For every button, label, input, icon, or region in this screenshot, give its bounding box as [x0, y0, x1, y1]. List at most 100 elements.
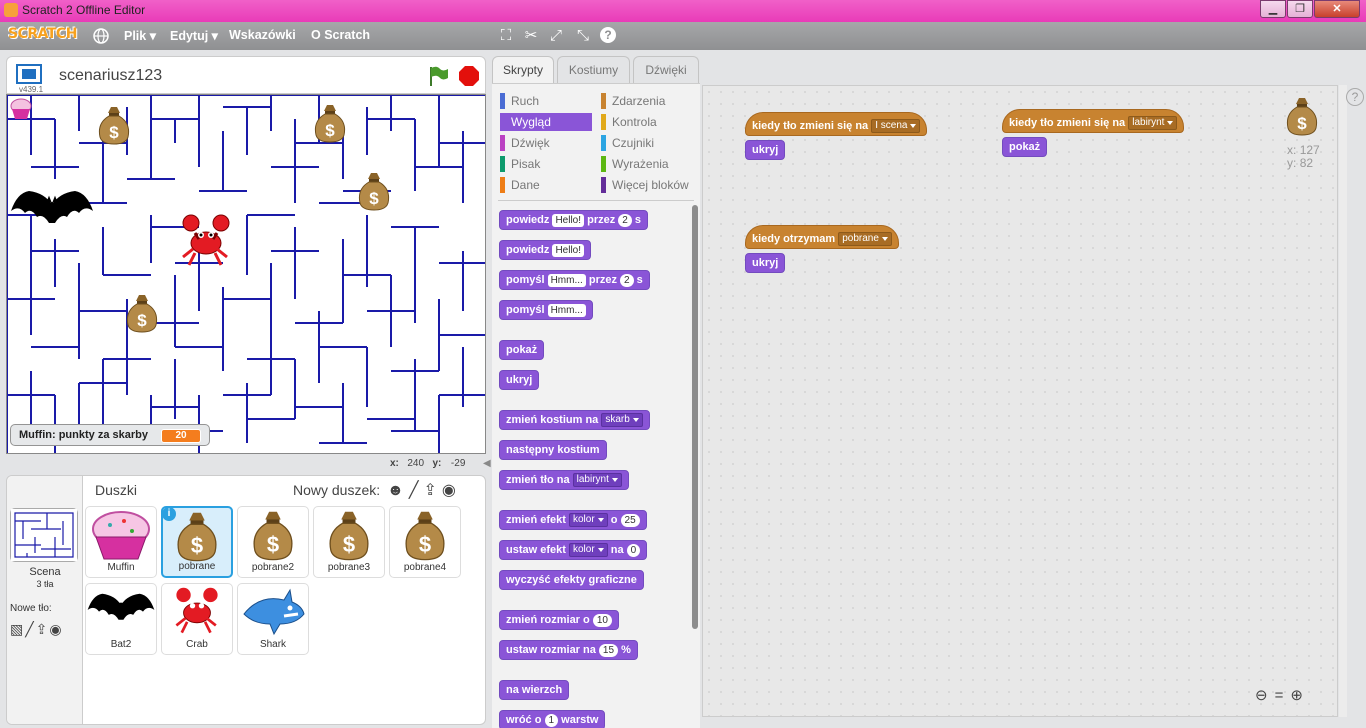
fullscreen-icon[interactable]	[16, 64, 42, 84]
category-czujniki[interactable]: Czujniki	[601, 134, 693, 152]
crab-icon[interactable]	[177, 213, 235, 271]
block-switch-costume[interactable]: zmień kostium na skarb	[499, 410, 650, 430]
zoom-out-icon[interactable]: ⊖	[1255, 687, 1275, 704]
block-hide[interactable]: ukryj	[745, 253, 786, 273]
duplicate-icon[interactable]: ⛶	[496, 26, 516, 46]
zoom-reset-icon[interactable]: =	[1275, 687, 1291, 704]
camera-sprite-icon[interactable]: ◉	[442, 482, 461, 499]
scene-thumbnail[interactable]	[10, 508, 78, 562]
block-clear-effects[interactable]: wyczyść efekty graficzne	[499, 570, 644, 590]
menu-about[interactable]: O Scratch	[311, 28, 370, 42]
draw-backdrop-icon[interactable]: ╱	[25, 621, 35, 637]
sprite-thumb-pobrane[interactable]: $ pobrane i	[161, 506, 233, 578]
money-bag-icon[interactable]: $	[313, 103, 347, 143]
block-hide[interactable]: ukryj	[499, 370, 540, 390]
tab-scripts[interactable]: Skrypty	[492, 56, 554, 84]
block-set-size[interactable]: ustaw rozmiar na 15 %	[499, 640, 638, 660]
green-flag-icon[interactable]	[427, 65, 449, 87]
maximize-button[interactable]: ❐	[1287, 0, 1313, 18]
muffin-icon[interactable]	[9, 97, 33, 121]
block-show[interactable]: pokaż	[499, 340, 545, 360]
shrink-icon[interactable]: ⤡	[573, 26, 593, 46]
sprite-library-icon[interactable]: ☻	[387, 482, 409, 499]
block-change-effect[interactable]: zmień efekt kolor o 25	[499, 510, 647, 530]
category-wygląd[interactable]: Wygląd	[500, 113, 592, 131]
scratch-logo[interactable]: SCRATCH	[8, 26, 77, 42]
tab-sounds[interactable]: Dźwięki	[633, 56, 699, 84]
block-go-back[interactable]: wróć o 1 warstw	[499, 710, 606, 728]
zoom-in-icon[interactable]: ⊕	[1290, 687, 1310, 704]
money-bag-icon[interactable]: $	[97, 105, 131, 145]
money-bag-icon[interactable]: $	[125, 293, 159, 333]
sprite-thumb-pobrane3[interactable]: $ pobrane3	[313, 506, 385, 578]
sprite-thumb-bat2[interactable]: Bat2	[85, 583, 157, 655]
sprite-thumb-pobrane4[interactable]: $ pobrane4	[389, 506, 461, 578]
block-hide[interactable]: ukryj	[745, 140, 786, 160]
sprite-thumb-crab[interactable]: Crab	[161, 583, 233, 655]
block-next-costume[interactable]: następny kostium	[499, 440, 607, 460]
category-ruch[interactable]: Ruch	[500, 92, 592, 110]
sprite-thumb-shark[interactable]: Shark	[237, 583, 309, 655]
block-go-front[interactable]: na wierzch	[499, 680, 570, 700]
globe-icon[interactable]	[92, 27, 110, 45]
category-color-swatch	[500, 177, 505, 193]
palette-scrollbar[interactable]	[692, 205, 698, 629]
sprite-thumb-muffin[interactable]: Muffin	[85, 506, 157, 578]
category-color-swatch	[500, 135, 505, 151]
menu-tips[interactable]: Wskazówki	[229, 28, 296, 42]
help-tab-icon[interactable]: ?	[1346, 88, 1364, 106]
category-dane[interactable]: Dane	[500, 176, 592, 194]
money-bag-icon[interactable]: $	[357, 171, 391, 211]
hat-when-backdrop-switches[interactable]: kiedy tło zmieni się na labirynt	[1002, 109, 1185, 133]
block-show[interactable]: pokaż	[1002, 137, 1048, 157]
collapse-stage-icon[interactable]: ◀	[483, 458, 491, 472]
close-button[interactable]: ✕	[1314, 0, 1360, 18]
category-zdarzenia[interactable]: Zdarzenia	[601, 92, 693, 110]
category-label: Kontrola	[612, 115, 657, 129]
monitor-label: Muffin: punkty za skarby	[19, 429, 148, 441]
block-think-for[interactable]: pomyśl Hmm... przez 2 s	[499, 270, 650, 290]
scratch-app-icon	[4, 3, 18, 17]
bat-icon[interactable]	[9, 183, 95, 239]
grow-icon[interactable]: ⤢	[546, 26, 566, 46]
paint-backdrop-icon[interactable]: ▧	[10, 621, 25, 637]
sprite-thumb-pobrane2[interactable]: $ pobrane2	[237, 506, 309, 578]
money-bag-icon: $	[1285, 96, 1319, 136]
stage[interactable]: $ $ $ $	[6, 94, 486, 454]
block-change-size[interactable]: zmień rozmiar o 10	[499, 610, 619, 630]
stop-icon[interactable]	[458, 65, 480, 87]
mouse-x: 240	[407, 458, 425, 469]
variable-monitor[interactable]: Muffin: punkty za skarby 20	[10, 424, 210, 446]
camera-backdrop-icon[interactable]: ◉	[49, 621, 63, 637]
scripts-scrollbar[interactable]	[1339, 85, 1347, 717]
block-set-effect[interactable]: ustaw efekt kolor na 0	[499, 540, 648, 560]
minimize-button[interactable]: ▁	[1260, 0, 1286, 18]
mouse-x-label: x:	[390, 458, 399, 469]
scripts-area[interactable]: kiedy tło zmieni się na I scena ukryj ki…	[702, 85, 1338, 717]
sprite-y-label: y:	[1287, 156, 1297, 170]
hat-when-i-receive[interactable]: kiedy otrzymam pobrane	[745, 225, 899, 249]
svg-text:$: $	[419, 532, 431, 557]
category-pisak[interactable]: Pisak	[500, 155, 592, 173]
upload-backdrop-icon[interactable]: ⇪	[36, 621, 50, 637]
category-dźwięk[interactable]: Dźwięk	[500, 134, 592, 152]
project-name[interactable]: scenariusz123	[59, 67, 162, 85]
paint-sprite-icon[interactable]: ╱	[409, 482, 424, 499]
category-wyrażenia[interactable]: Wyrażenia	[601, 155, 693, 173]
tab-costumes[interactable]: Kostiumy	[557, 56, 630, 84]
delete-icon[interactable]: ✂	[521, 26, 541, 46]
hat-when-backdrop-switches[interactable]: kiedy tło zmieni się na I scena	[745, 112, 928, 136]
block-say[interactable]: powiedz Hello!	[499, 240, 592, 260]
help-icon[interactable]: ?	[598, 26, 618, 46]
block-think[interactable]: pomyśl Hmm...	[499, 300, 593, 320]
category-kontrola[interactable]: Kontrola	[601, 113, 693, 131]
category-label: Wyrażenia	[612, 157, 669, 171]
upload-sprite-icon[interactable]: ⇪	[423, 482, 441, 499]
category-więcej-bloków[interactable]: Więcej bloków	[601, 176, 693, 194]
menu-edit[interactable]: Edytuj ▾	[170, 28, 218, 43]
block-say-for[interactable]: powiedz Hello! przez 2 s	[499, 210, 649, 230]
category-label: Wygląd	[511, 115, 551, 129]
block-switch-backdrop[interactable]: zmień tło na labirynt	[499, 470, 629, 490]
sprite-info-icon[interactable]: i	[162, 507, 176, 521]
menu-file[interactable]: Plik ▾	[124, 28, 156, 43]
